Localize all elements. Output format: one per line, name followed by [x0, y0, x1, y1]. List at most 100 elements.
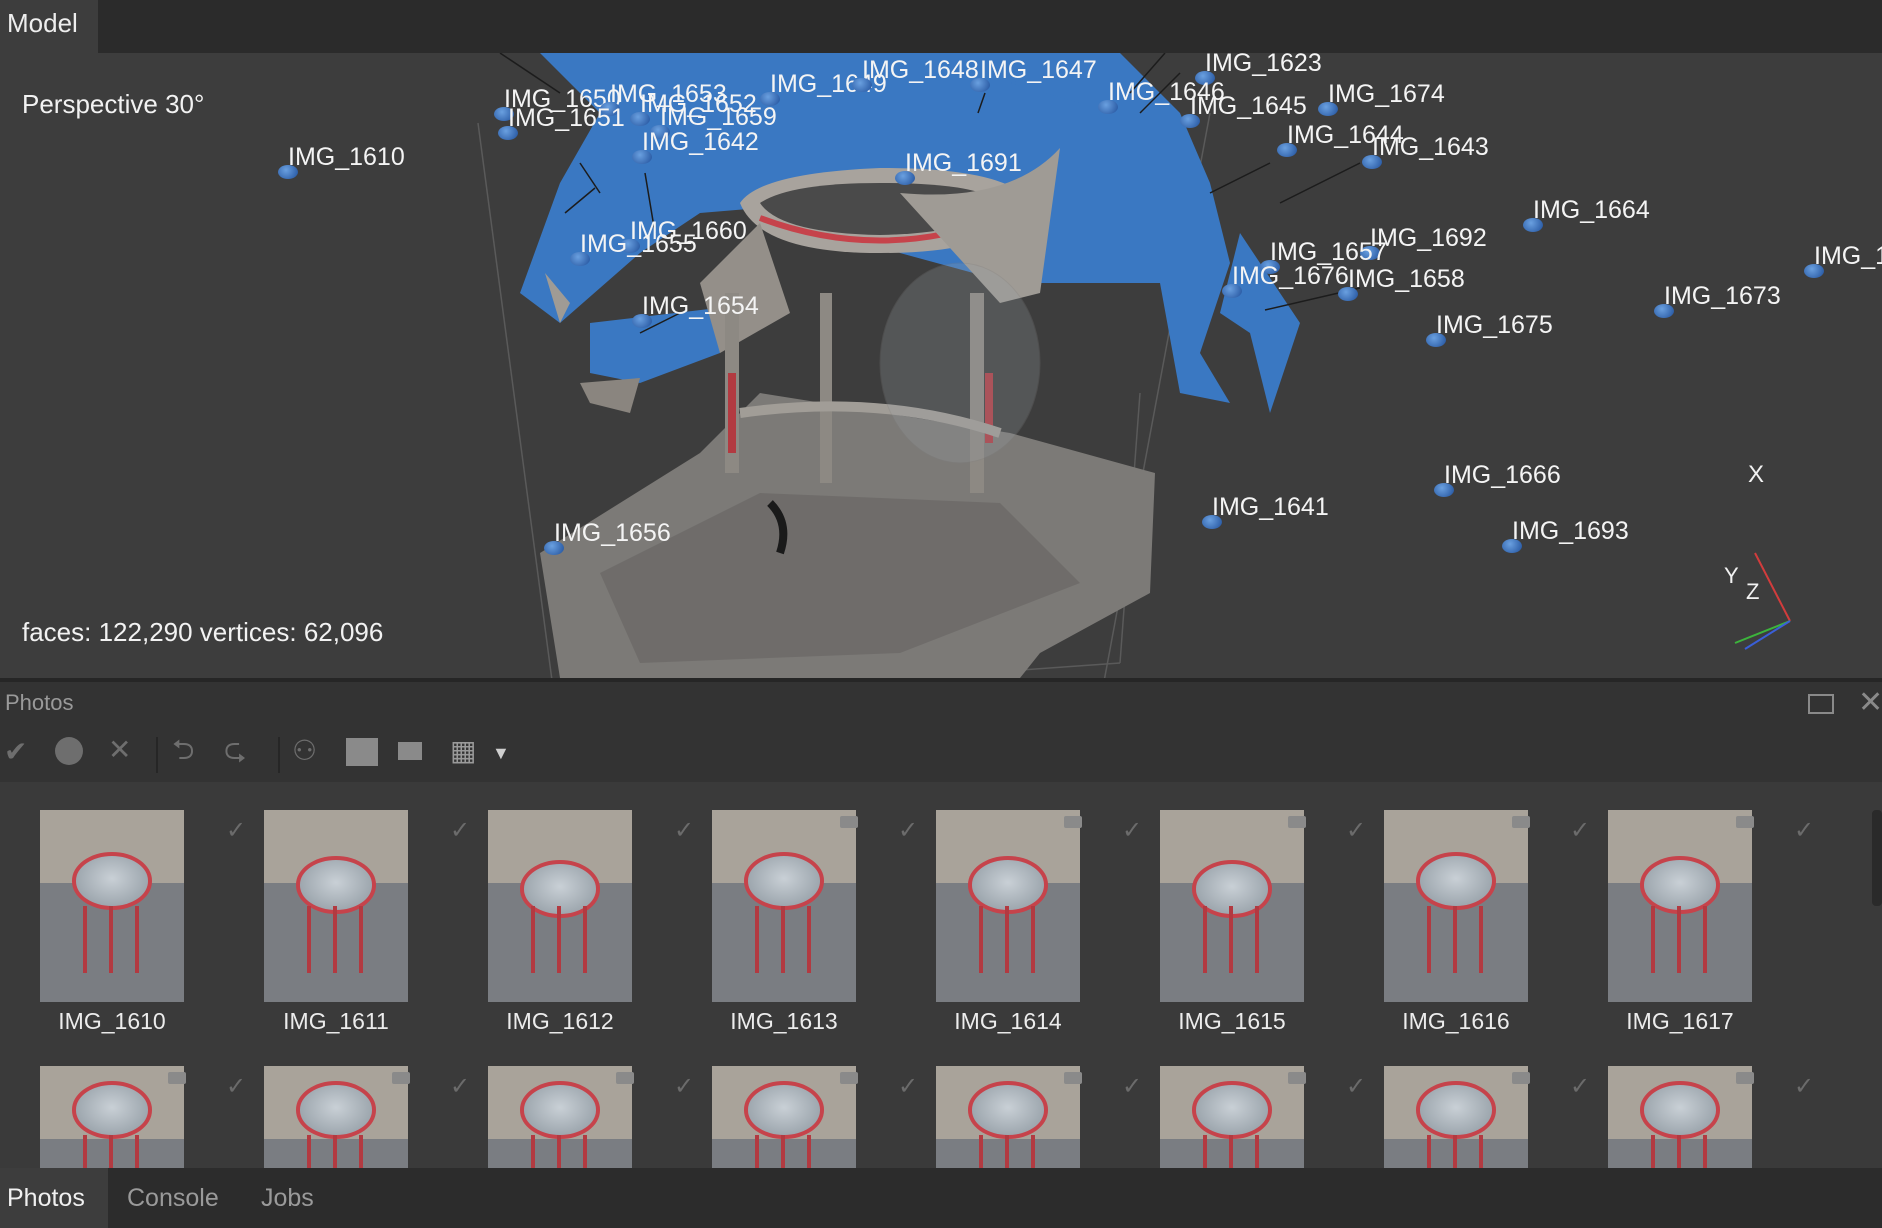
camera-marker[interactable]	[970, 78, 990, 92]
enabled-check-icon[interactable]: ✓	[1346, 816, 1366, 845]
camera-marker[interactable]	[1362, 155, 1382, 169]
enabled-check-icon[interactable]: ✓	[1122, 1072, 1142, 1101]
photo-thumbnail[interactable]	[1160, 810, 1304, 1002]
camera-marker[interactable]	[1180, 114, 1200, 128]
camera-label[interactable]: IMG_1655	[580, 232, 697, 257]
mask-icon[interactable]	[346, 738, 378, 766]
camera-label[interactable]: IMG_1623	[1205, 53, 1322, 76]
photo-thumbnail[interactable]	[40, 1066, 184, 1168]
overlap-icon[interactable]	[398, 742, 422, 760]
dropdown-icon[interactable]: ▼	[492, 744, 510, 762]
camera-marker[interactable]	[895, 171, 915, 185]
close-panel-icon[interactable]: ✕	[1858, 688, 1882, 718]
camera-marker[interactable]	[1426, 333, 1446, 347]
camera-label[interactable]: IMG_1647	[980, 58, 1097, 83]
camera-label[interactable]: IMG_1656	[554, 521, 671, 546]
enabled-check-icon[interactable]: ✓	[450, 1072, 470, 1101]
camera-marker[interactable]	[1502, 539, 1522, 553]
camera-marker[interactable]	[544, 541, 564, 555]
photo-thumbnail[interactable]	[712, 1066, 856, 1168]
enabled-check-icon[interactable]: ✓	[1570, 816, 1590, 845]
enabled-check-icon[interactable]: ✓	[898, 1072, 918, 1101]
enabled-check-icon[interactable]: ✓	[226, 816, 246, 845]
camera-marker[interactable]	[1098, 100, 1118, 114]
tab-model[interactable]: Model	[0, 0, 98, 53]
camera-marker[interactable]	[632, 314, 652, 328]
photo-thumbnail[interactable]	[712, 810, 856, 1002]
camera-label[interactable]: IMG_1658	[1348, 267, 1465, 292]
binoculars-icon[interactable]: ⚇	[292, 737, 317, 765]
check-circle-icon[interactable]: ✔	[4, 738, 27, 766]
tab-console[interactable]: Console	[127, 1168, 219, 1228]
camera-label[interactable]: IMG_1648	[862, 58, 979, 83]
enabled-check-icon[interactable]: ✓	[226, 1072, 246, 1101]
camera-label[interactable]: IMG_1651	[508, 106, 625, 131]
camera-marker[interactable]	[1202, 515, 1222, 529]
photo-thumbnail[interactable]	[264, 810, 408, 1002]
photo-thumbnail[interactable]	[264, 1066, 408, 1168]
enabled-check-icon[interactable]: ✓	[1794, 1072, 1814, 1101]
close-icon[interactable]: ✕	[108, 736, 131, 764]
camera-marker[interactable]	[1804, 264, 1824, 278]
photo-thumbnail[interactable]	[1384, 1066, 1528, 1168]
enabled-check-icon[interactable]: ✓	[1570, 1072, 1590, 1101]
rotate-right-icon[interactable]: ⮎	[224, 736, 246, 764]
enabled-check-icon[interactable]: ✓	[450, 816, 470, 845]
camera-label[interactable]: IMG_1659	[660, 105, 777, 130]
camera-marker[interactable]	[1434, 483, 1454, 497]
photo-thumbnail[interactable]	[1160, 1066, 1304, 1168]
camera-label[interactable]: IMG_1673	[1664, 284, 1781, 309]
camera-marker[interactable]	[1277, 143, 1297, 157]
photo-thumbnail[interactable]	[1608, 1066, 1752, 1168]
camera-label[interactable]: IMG_1693	[1512, 519, 1629, 544]
tab-photos[interactable]: Photos	[0, 1168, 108, 1228]
photo-thumbnail[interactable]	[488, 1066, 632, 1168]
grid-view-icon[interactable]: ▦	[450, 737, 476, 765]
photo-thumbnail[interactable]	[1384, 810, 1528, 1002]
camera-label[interactable]: IMG_1645	[1190, 94, 1307, 119]
camera-label[interactable]: IMG_1676	[1232, 264, 1349, 289]
enabled-check-icon[interactable]: ✓	[1122, 816, 1142, 845]
camera-label[interactable]: IMG_1675	[1436, 313, 1553, 338]
photo-thumbnail[interactable]	[936, 1066, 1080, 1168]
camera-label[interactable]: IMG_1691	[905, 151, 1022, 176]
camera-label[interactable]: IMG_1664	[1533, 198, 1650, 223]
camera-label[interactable]: IMG_1666	[1444, 463, 1561, 488]
enabled-check-icon[interactable]: ✓	[674, 816, 694, 845]
rotate-left-icon[interactable]: ⮌	[172, 736, 194, 764]
camera-label[interactable]: IMG_1692	[1370, 226, 1487, 251]
camera-marker[interactable]	[632, 150, 652, 164]
undock-icon[interactable]	[1808, 694, 1834, 714]
camera-marker[interactable]	[1338, 287, 1358, 301]
camera-marker[interactable]	[498, 126, 518, 140]
camera-marker[interactable]	[1318, 102, 1338, 116]
photo-thumbnail[interactable]	[1608, 810, 1752, 1002]
camera-marker[interactable]	[852, 78, 872, 92]
camera-marker[interactable]	[1654, 304, 1674, 318]
camera-label[interactable]: IMG_1642	[642, 130, 759, 155]
camera-label[interactable]: IMG_1643	[1372, 135, 1489, 160]
enabled-check-icon[interactable]: ✓	[898, 816, 918, 845]
camera-label[interactable]: IMG_1641	[1212, 495, 1329, 520]
photo-grid[interactable]: ✓ IMG_1610 ✓ IMG_1611 ✓ IMG_1612 ✓ IMG_1613 ✓ IMG…	[0, 782, 1882, 1168]
camera-label[interactable]: IMG_1610	[288, 145, 405, 170]
camera-marker[interactable]	[570, 252, 590, 266]
photo-thumbnail[interactable]	[488, 810, 632, 1002]
tab-jobs[interactable]: Jobs	[261, 1168, 314, 1228]
camera-label[interactable]: IMG_1654	[642, 294, 759, 319]
minus-circle-icon[interactable]	[55, 737, 83, 765]
enabled-check-icon[interactable]: ✓	[674, 1072, 694, 1101]
photo-thumbnail[interactable]	[40, 810, 184, 1002]
camera-marker[interactable]	[630, 112, 650, 126]
camera-marker[interactable]	[1523, 218, 1543, 232]
camera-marker[interactable]	[760, 92, 780, 106]
enabled-check-icon[interactable]: ✓	[1794, 816, 1814, 845]
camera-marker[interactable]	[278, 165, 298, 179]
camera-label[interactable]: IMG_1674	[1328, 82, 1445, 107]
camera-label[interactable]: IMG_1	[1814, 244, 1882, 269]
camera-marker[interactable]	[1222, 284, 1242, 298]
model-viewport[interactable]: Perspective 30° faces: 122,290 vertices:…	[0, 53, 1882, 678]
grid-scrollbar[interactable]	[1872, 810, 1882, 906]
photo-thumbnail[interactable]	[936, 810, 1080, 1002]
enabled-check-icon[interactable]: ✓	[1346, 1072, 1366, 1101]
